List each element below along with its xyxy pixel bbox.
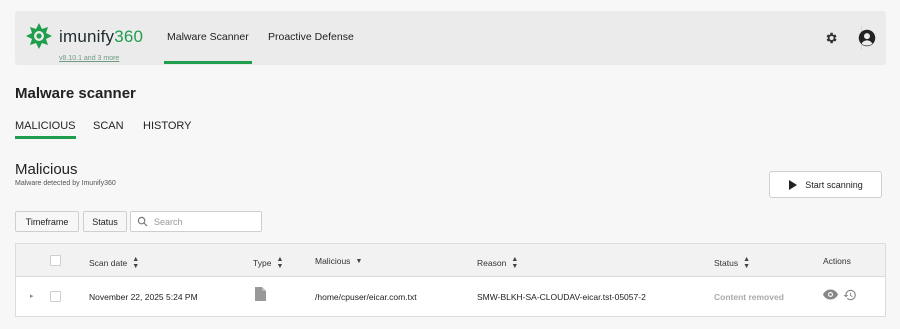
row-malicious-path: /home/cpuser/eicar.com.txt xyxy=(315,292,417,302)
start-scanning-label: Start scanning xyxy=(805,179,863,190)
logo-mark-icon xyxy=(26,23,52,49)
search-icon xyxy=(137,216,148,227)
column-status[interactable]: Status ▲ ▼ xyxy=(714,256,750,270)
sort-icon: ▲ ▼ xyxy=(511,256,519,270)
select-all-checkbox[interactable] xyxy=(50,255,61,266)
column-type[interactable]: Type ▲ ▼ xyxy=(253,256,283,270)
tab-history[interactable]: HISTORY xyxy=(143,120,192,132)
section-subtitle: Malware detected by Imunify360 xyxy=(15,180,116,187)
expand-row-icon[interactable]: ▸ xyxy=(30,292,34,300)
row-reason: SMW-BLKH-SA-CLOUDAV-eicar.tst-05057-2 xyxy=(477,292,646,302)
sort-desc-icon: ▼ xyxy=(355,257,363,265)
sort-icon: ▲ ▼ xyxy=(743,256,751,270)
top-bar: imunify360 v8.10.1 and 3 more Malware Sc… xyxy=(15,11,886,65)
nav-proactive-defense[interactable]: Proactive Defense xyxy=(268,31,354,43)
imunify360-logo[interactable]: imunify360 v8.10.1 and 3 more xyxy=(25,21,165,65)
page-title: Malware scanner xyxy=(15,85,136,102)
column-actions: Actions xyxy=(823,256,851,266)
play-icon xyxy=(789,179,798,190)
sort-icon: ▲ ▼ xyxy=(132,256,140,270)
tab-scan[interactable]: SCAN xyxy=(93,120,124,132)
row-scan-date: November 22, 2025 5:24 PM xyxy=(89,292,198,302)
search-input[interactable] xyxy=(154,216,254,227)
section-title: Malicious xyxy=(15,161,78,178)
search-box[interactable] xyxy=(130,211,262,232)
table-header: Scan date ▲ ▼ Type ▲ ▼ Malicious ▼ Reason … xyxy=(16,244,885,277)
user-avatar-icon xyxy=(858,29,876,47)
file-icon xyxy=(255,287,266,303)
column-scan-date[interactable]: Scan date ▲ ▼ xyxy=(89,256,139,270)
logo-wordmark: imunify360 xyxy=(59,27,144,46)
restore-icon[interactable] xyxy=(843,288,857,304)
tab-malicious[interactable]: MALICIOUS xyxy=(15,120,76,139)
gear-icon xyxy=(826,32,837,44)
status-filter-button[interactable]: Status xyxy=(83,211,127,232)
column-reason[interactable]: Reason ▲ ▼ xyxy=(477,256,518,270)
column-malicious[interactable]: Malicious ▼ xyxy=(315,256,362,266)
nav-malware-scanner[interactable]: Malware Scanner xyxy=(164,31,252,64)
start-scanning-button[interactable]: Start scanning xyxy=(769,171,882,198)
sort-icon: ▲ ▼ xyxy=(276,256,284,270)
eye-icon[interactable] xyxy=(823,289,838,302)
settings-button[interactable] xyxy=(820,27,842,49)
user-menu-button[interactable] xyxy=(856,27,878,49)
row-status: Content removed xyxy=(714,292,784,302)
version-link[interactable]: v8.10.1 and 3 more xyxy=(59,55,119,62)
timeframe-filter-button[interactable]: Timeframe xyxy=(15,211,79,232)
row-checkbox[interactable] xyxy=(50,291,61,302)
malicious-table: Scan date ▲ ▼ Type ▲ ▼ Malicious ▼ Reason … xyxy=(15,243,886,317)
